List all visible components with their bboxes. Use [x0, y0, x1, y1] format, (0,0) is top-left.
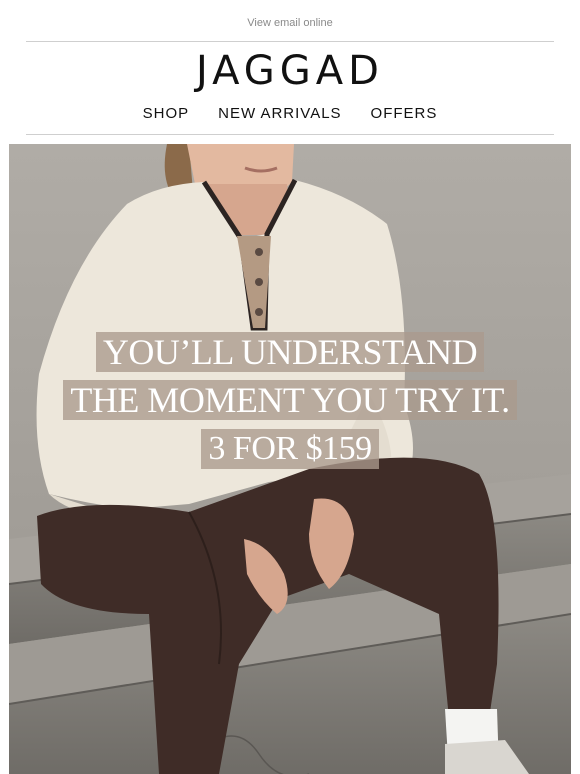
hero-banner[interactable]: YOU’LL UNDERSTAND THE MOMENT YOU TRY IT.…	[9, 144, 571, 774]
nav-shop[interactable]: SHOP	[143, 105, 190, 122]
hero-headline-line2: THE MOMENT YOU TRY IT.	[9, 380, 571, 420]
brand-logo[interactable]: JAGGAD	[0, 48, 580, 94]
view-email-online-link[interactable]: View email online	[0, 17, 580, 29]
header-divider-bottom	[26, 134, 554, 135]
nav-new-arrivals[interactable]: NEW ARRIVALS	[218, 105, 341, 122]
hero-headline-line1: YOU’LL UNDERSTAND	[9, 332, 571, 372]
nav-offers[interactable]: OFFERS	[371, 105, 438, 122]
header-divider-top	[26, 41, 554, 42]
hero-offer-text: 3 FOR $159	[9, 429, 571, 469]
main-nav: SHOP NEW ARRIVALS OFFERS	[0, 105, 580, 122]
